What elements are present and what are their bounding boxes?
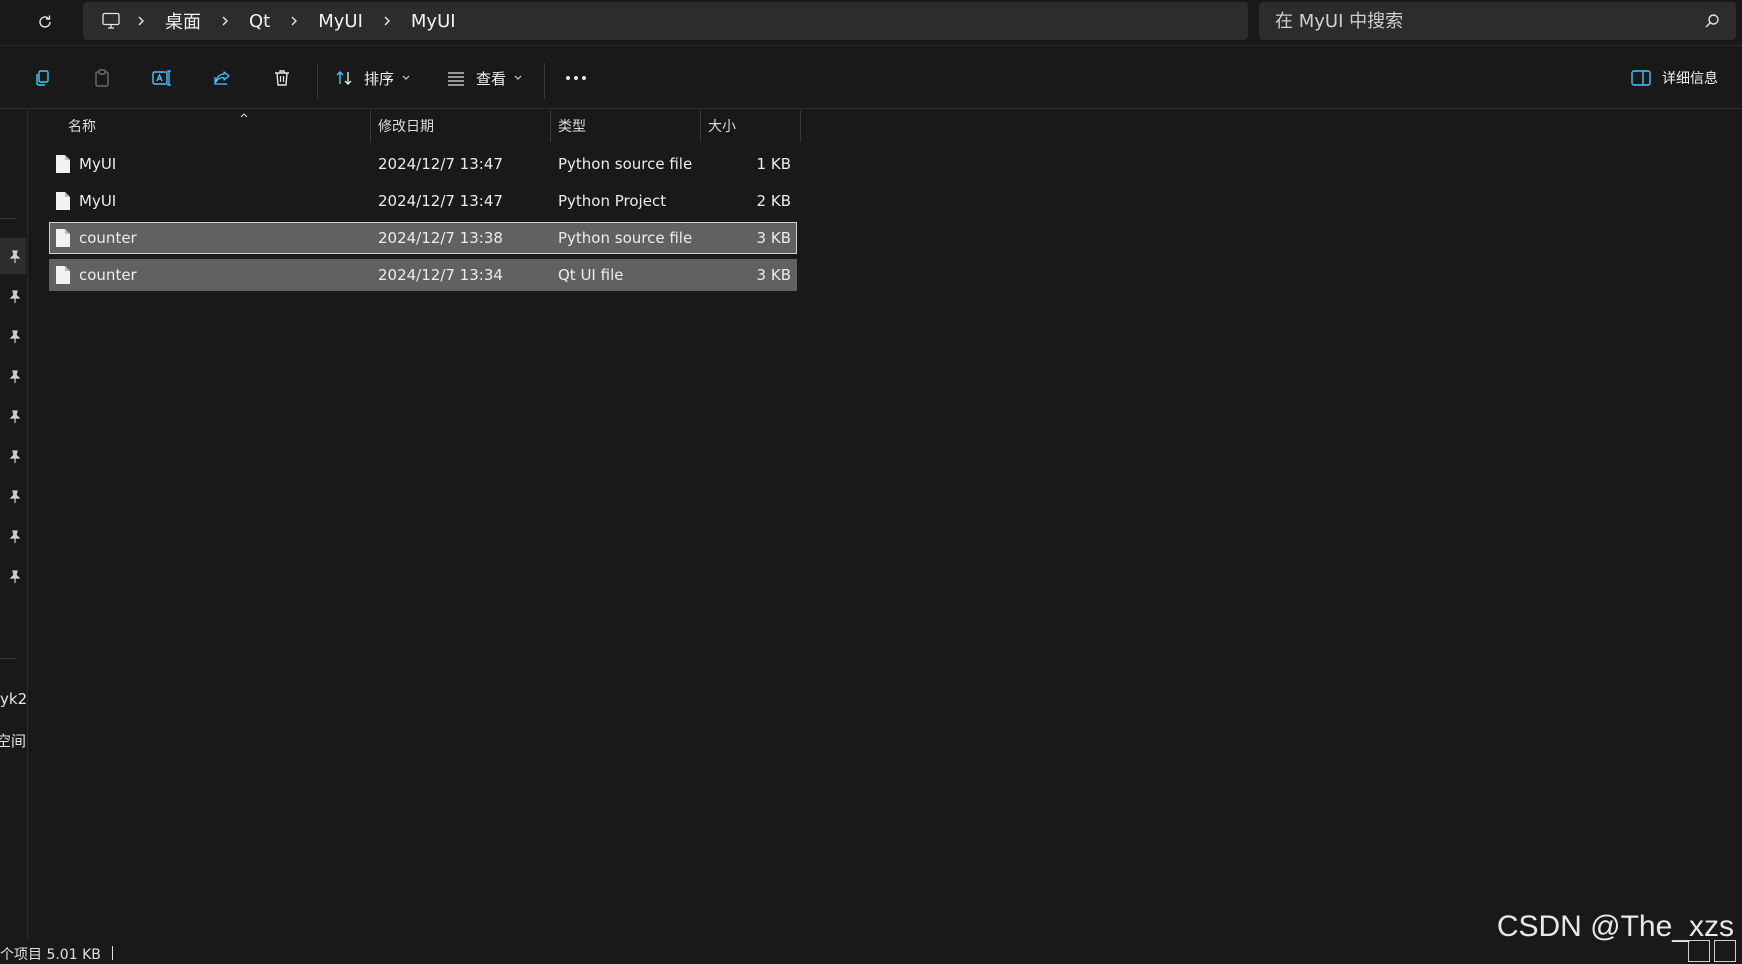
refresh-button[interactable] bbox=[28, 6, 62, 38]
file-name: MyUI bbox=[79, 155, 117, 173]
file-date: 2024/12/7 13:47 bbox=[378, 155, 503, 173]
column-header-row: 名称 修改日期 类型 大小 bbox=[28, 110, 803, 142]
chevron-right-icon[interactable] bbox=[207, 15, 243, 27]
details-label: 详细信息 bbox=[1662, 71, 1718, 87]
search-box[interactable] bbox=[1259, 2, 1736, 40]
nav-item-space[interactable]: 空间 bbox=[0, 730, 26, 751]
chevron-right-icon[interactable] bbox=[369, 15, 405, 27]
chevron-down-icon bbox=[514, 75, 522, 80]
column-header-name[interactable]: 名称 bbox=[68, 110, 96, 142]
file-icon bbox=[56, 266, 70, 284]
status-item-count: 个项目 5.01 KB bbox=[0, 947, 101, 963]
search-input[interactable] bbox=[1275, 10, 1675, 32]
file-name: MyUI bbox=[79, 192, 117, 210]
column-divider[interactable] bbox=[370, 110, 371, 142]
search-icon[interactable] bbox=[1704, 13, 1720, 29]
chevron-right-icon[interactable] bbox=[123, 15, 159, 27]
nav-item-user[interactable]: yk2 bbox=[0, 690, 26, 708]
file-date: 2024/12/7 13:47 bbox=[378, 192, 503, 210]
file-type: Python source file bbox=[558, 229, 693, 247]
more-options-button[interactable] bbox=[556, 61, 596, 95]
share-button[interactable] bbox=[202, 61, 242, 95]
file-size: 2 KB bbox=[756, 192, 791, 210]
share-icon bbox=[214, 71, 230, 85]
rename-icon bbox=[152, 70, 171, 86]
pin-icon[interactable] bbox=[8, 370, 22, 384]
file-name: counter bbox=[79, 266, 137, 284]
pin-icon[interactable] bbox=[8, 530, 22, 544]
status-bar: 个项目 5.01 KB bbox=[0, 940, 1742, 964]
breadcrumb-myui-current[interactable]: MyUI bbox=[405, 11, 462, 32]
watermark-text: CSDN @The_xzs bbox=[1496, 910, 1734, 943]
address-box[interactable]: 桌面 Qt MyUI MyUI bbox=[83, 2, 1248, 40]
file-size: 3 KB bbox=[756, 266, 791, 284]
column-divider[interactable] bbox=[700, 110, 701, 142]
view-label: 查看 bbox=[476, 69, 507, 88]
paste-button[interactable] bbox=[82, 61, 122, 95]
pin-icon[interactable] bbox=[8, 490, 22, 504]
status-divider bbox=[112, 946, 113, 960]
file-icon bbox=[56, 192, 70, 210]
chevron-right-icon[interactable] bbox=[276, 15, 312, 27]
file-row-selected[interactable]: counter 2024/12/7 13:38 Python source fi… bbox=[49, 222, 797, 254]
file-date: 2024/12/7 13:38 bbox=[378, 229, 503, 247]
file-row-selected[interactable]: counter 2024/12/7 13:34 Qt UI file 3 KB bbox=[49, 259, 797, 291]
column-header-date[interactable]: 修改日期 bbox=[378, 110, 434, 142]
nav-divider bbox=[0, 218, 16, 219]
breadcrumb-qt[interactable]: Qt bbox=[243, 11, 276, 32]
trash-icon bbox=[275, 70, 289, 86]
toolbar-divider bbox=[544, 63, 545, 99]
file-type: Qt UI file bbox=[558, 266, 624, 284]
pin-icon[interactable] bbox=[8, 570, 22, 584]
file-size: 3 KB bbox=[756, 229, 791, 247]
navigation-pane: yk2 空间 bbox=[0, 110, 28, 940]
refresh-icon bbox=[39, 15, 51, 28]
sort-ascending-icon bbox=[240, 113, 248, 118]
copy-button[interactable] bbox=[22, 61, 62, 95]
address-bar-row: 桌面 Qt MyUI MyUI bbox=[0, 0, 1742, 46]
more-icon bbox=[566, 76, 586, 80]
sort-button[interactable]: 排序 bbox=[334, 61, 416, 95]
pin-icon[interactable] bbox=[8, 250, 22, 264]
view-list-icon bbox=[448, 72, 464, 86]
details-pane-icon bbox=[1631, 70, 1651, 86]
sort-icon bbox=[336, 71, 352, 85]
chevron-down-icon bbox=[402, 75, 410, 80]
file-icon bbox=[56, 155, 70, 173]
sort-label: 排序 bbox=[364, 69, 395, 88]
rename-button[interactable] bbox=[142, 61, 182, 95]
file-size: 1 KB bbox=[756, 155, 791, 173]
file-explorer-window: 桌面 Qt MyUI MyUI 在 MyUI 中搜索 排序 查看 详细信息 yk… bbox=[0, 0, 1742, 964]
file-icon bbox=[56, 229, 70, 247]
paste-icon bbox=[95, 69, 109, 87]
details-pane-button[interactable]: 详细信息 bbox=[1630, 61, 1730, 95]
breadcrumb-myui-parent[interactable]: MyUI bbox=[312, 11, 369, 32]
toolbar-divider bbox=[317, 63, 318, 99]
column-divider[interactable] bbox=[800, 110, 801, 142]
delete-button[interactable] bbox=[262, 61, 302, 95]
file-name: counter bbox=[79, 229, 137, 247]
nav-divider bbox=[0, 658, 16, 659]
pin-icon[interactable] bbox=[8, 410, 22, 424]
pin-icon[interactable] bbox=[8, 330, 22, 344]
breadcrumb-desktop[interactable]: 桌面 bbox=[159, 8, 207, 34]
file-row[interactable]: MyUI 2024/12/7 13:47 Python Project 2 KB bbox=[49, 185, 797, 217]
column-header-size[interactable]: 大小 bbox=[708, 110, 736, 142]
file-date: 2024/12/7 13:34 bbox=[378, 266, 503, 284]
copy-icon bbox=[36, 70, 49, 86]
computer-icon[interactable] bbox=[99, 12, 123, 30]
view-button[interactable]: 查看 bbox=[446, 61, 528, 95]
file-row[interactable]: MyUI 2024/12/7 13:47 Python source file … bbox=[49, 148, 797, 180]
file-type: Python source file bbox=[558, 155, 693, 173]
file-type: Python Project bbox=[558, 192, 667, 210]
column-divider[interactable] bbox=[550, 110, 551, 142]
column-header-type[interactable]: 类型 bbox=[558, 110, 586, 142]
file-list: MyUI 2024/12/7 13:47 Python source file … bbox=[49, 148, 797, 296]
command-bar: 排序 查看 详细信息 bbox=[0, 47, 1742, 109]
pin-icon[interactable] bbox=[8, 290, 22, 304]
pin-icon[interactable] bbox=[8, 450, 22, 464]
